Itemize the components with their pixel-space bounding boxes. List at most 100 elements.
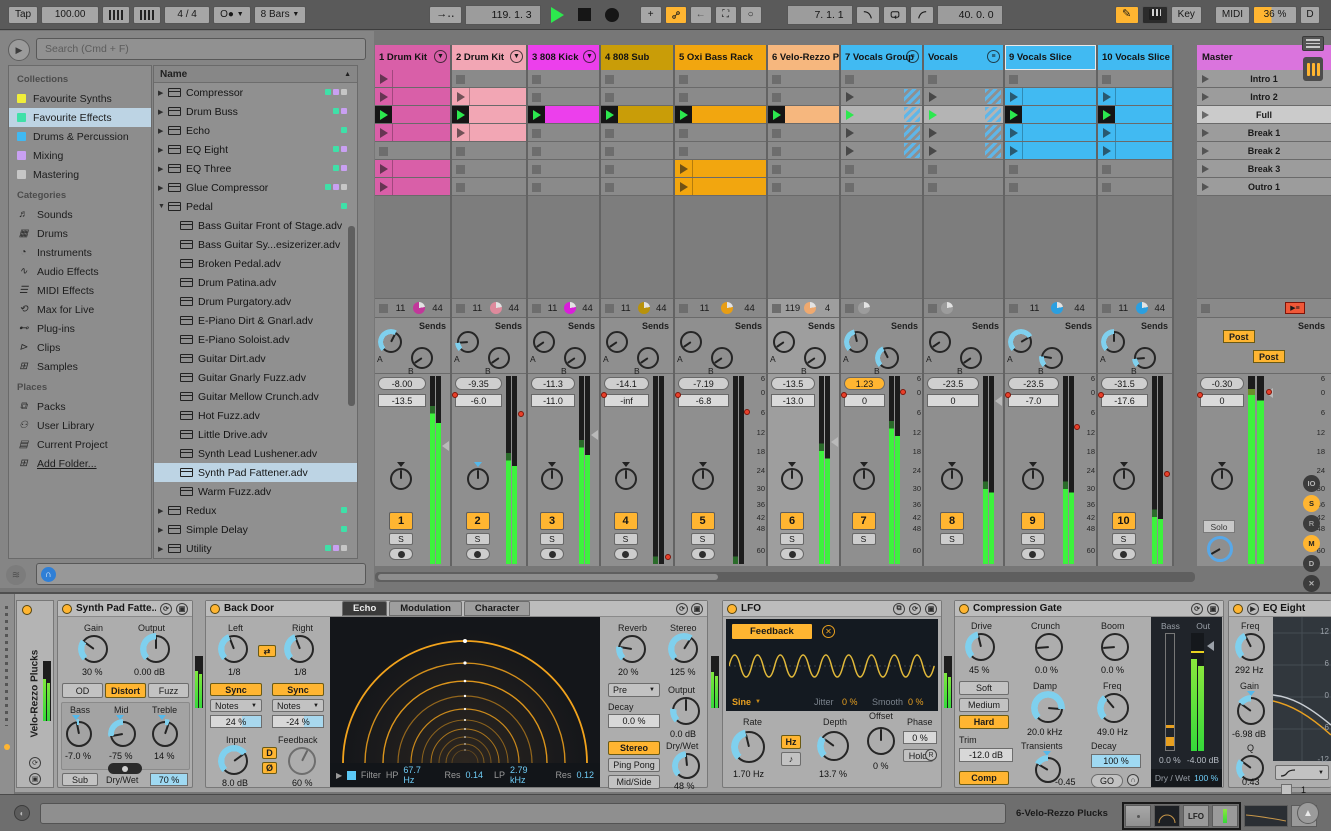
solo-button[interactable]: S [389, 533, 413, 545]
playing-clip-button[interactable] [601, 106, 618, 123]
send-b-knob[interactable] [564, 347, 586, 369]
treble-knob[interactable] [152, 721, 178, 747]
send-b-knob[interactable] [1041, 347, 1063, 369]
send-b-knob[interactable] [488, 347, 510, 369]
rail-toggle-d[interactable]: D [1303, 555, 1320, 572]
clip-slot[interactable] [528, 70, 599, 88]
feedback-d-button[interactable]: D [262, 747, 277, 759]
medium-button[interactable]: Medium [959, 698, 1009, 712]
groove-amount-menu[interactable]: O● ▼ [213, 6, 251, 24]
playing-clip-button[interactable] [375, 106, 392, 123]
clip-slot[interactable] [1005, 124, 1096, 142]
lfo-wave-menu[interactable]: Sine▼ [732, 697, 761, 707]
loop-button[interactable] [883, 6, 907, 24]
clip-slot[interactable] [924, 106, 1003, 124]
clip-play-icon[interactable] [680, 164, 688, 174]
pan-dial[interactable] [1113, 468, 1135, 490]
device-on-toggle[interactable] [727, 604, 737, 614]
track-activator-button[interactable]: 6 [780, 512, 804, 530]
rail-toggle-m[interactable]: M [1303, 535, 1320, 552]
smooth-value[interactable]: 0 % [908, 697, 924, 707]
browser-folder-drum-buss[interactable]: ▶Drum Buss [154, 102, 357, 121]
save-preset-icon[interactable]: ▣ [176, 603, 188, 615]
hot-swap-icon[interactable]: ⟳ [1191, 603, 1203, 615]
tab-echo[interactable]: Echo [342, 601, 387, 616]
clip-slot[interactable] [452, 124, 526, 142]
trim-field[interactable]: -12.0 dB [959, 748, 1013, 762]
depth-knob[interactable] [819, 731, 849, 761]
pan-dial[interactable] [941, 468, 963, 490]
volume-field[interactable]: -13.0 [771, 394, 815, 407]
clip-slot[interactable] [375, 106, 450, 124]
rail-toggle-io[interactable]: IO [1303, 475, 1320, 492]
scene-slot-full[interactable]: Full [1197, 106, 1331, 124]
sidebar-item-mixing[interactable]: Mixing [9, 146, 151, 165]
pan-knob[interactable] [853, 462, 875, 490]
master-peak-level[interactable]: -0.30 [1200, 377, 1244, 390]
fader-handle-icon[interactable] [995, 396, 1002, 406]
clip-slot[interactable] [375, 88, 450, 106]
clip-slot[interactable] [452, 178, 526, 196]
save-preset-icon[interactable]: ▣ [1207, 603, 1219, 615]
clip-slot[interactable] [528, 124, 599, 142]
clip-slot[interactable] [452, 142, 526, 160]
echo-drywet-knob[interactable] [674, 753, 700, 779]
echo-filter-bar[interactable]: ▶ Filter HP 67.7 Hz Res 0.14 LP 2.79 kHz… [330, 763, 600, 787]
send-a-knob[interactable] [606, 331, 628, 353]
arm-button[interactable] [691, 548, 715, 560]
send-b-knob[interactable] [877, 347, 899, 369]
clip-slot[interactable] [528, 88, 599, 106]
clip-slot[interactable] [601, 70, 673, 88]
clip-play-icon[interactable] [457, 128, 465, 138]
scene-play-icon[interactable] [1202, 183, 1209, 191]
gain-knob[interactable] [80, 635, 108, 663]
clip-slot[interactable] [601, 88, 673, 106]
browser-preview-play-button[interactable]: ▶ [8, 39, 30, 61]
clip-slot[interactable] [1098, 142, 1172, 160]
stereo-knob[interactable] [670, 635, 698, 663]
clip-play-icon[interactable] [1010, 128, 1018, 138]
expand-arrow-icon[interactable]: ▶ [158, 127, 168, 135]
clip-play-icon[interactable] [1010, 146, 1018, 156]
arm-button[interactable] [1021, 548, 1045, 560]
clip-slot[interactable] [375, 160, 450, 178]
solo-button[interactable]: S [940, 533, 964, 545]
clip-slot[interactable] [1098, 124, 1172, 142]
browser-file-synth-lead-lushener-adv[interactable]: Synth Lead Lushener.adv [154, 444, 357, 463]
clip-play-icon[interactable] [380, 92, 388, 102]
clip-slot[interactable] [675, 106, 766, 124]
browser-scrollbar[interactable] [348, 226, 355, 406]
playing-clip-button[interactable] [768, 106, 785, 123]
peak-level-display[interactable]: -31.5 [1101, 377, 1148, 390]
arm-button[interactable] [540, 548, 564, 560]
time-signature-field[interactable]: 4 / 4 [164, 6, 210, 24]
jitter-value[interactable]: 0 % [842, 697, 858, 707]
peak-level-display[interactable]: -23.5 [1008, 377, 1059, 390]
soft-button[interactable]: Soft [959, 681, 1009, 695]
play-button[interactable] [551, 7, 564, 23]
fuzz-mode-button[interactable]: Fuzz [148, 683, 189, 698]
punch-in-button[interactable] [856, 6, 880, 24]
clip-slot[interactable] [375, 142, 450, 160]
track-header[interactable]: 1 Drum Kit▼ [375, 45, 450, 70]
clip-slot[interactable] [452, 88, 526, 106]
send-b-knob[interactable] [637, 347, 659, 369]
browser-file-guitar-dirt-adv[interactable]: Guitar Dirt.adv [154, 349, 357, 368]
quantize-menu[interactable]: 8 Bars ▼ [254, 6, 307, 24]
search-input[interactable]: Search (Cmd + F) [36, 38, 366, 60]
expand-arrow-icon[interactable]: ▶ [158, 89, 168, 97]
playing-group-icon[interactable] [846, 110, 854, 120]
track-header[interactable]: 9 Vocals Slice [1005, 45, 1096, 70]
track-activator-button[interactable]: 7 [852, 512, 876, 530]
browser-file-bass-guitar-sy-esizerizer-adv[interactable]: Bass Guitar Sy...esizerizer.adv [154, 235, 357, 254]
scene-play-icon[interactable] [1202, 111, 1209, 119]
decay-field[interactable]: 0.0 % [608, 714, 660, 728]
expand-arrow-icon[interactable]: ▶ [158, 507, 168, 515]
left-sync-mode-menu[interactable]: Notes▼ [210, 699, 262, 712]
right-sync-mode-menu[interactable]: Notes▼ [272, 699, 324, 712]
sidebar-item-samples[interactable]: ⊞Samples [9, 357, 151, 376]
scene-play-icon[interactable] [1202, 93, 1209, 101]
midi-map-button[interactable]: MIDI [1215, 6, 1250, 24]
volume-field[interactable]: -inf [604, 394, 649, 407]
pan-dial[interactable] [467, 468, 489, 490]
